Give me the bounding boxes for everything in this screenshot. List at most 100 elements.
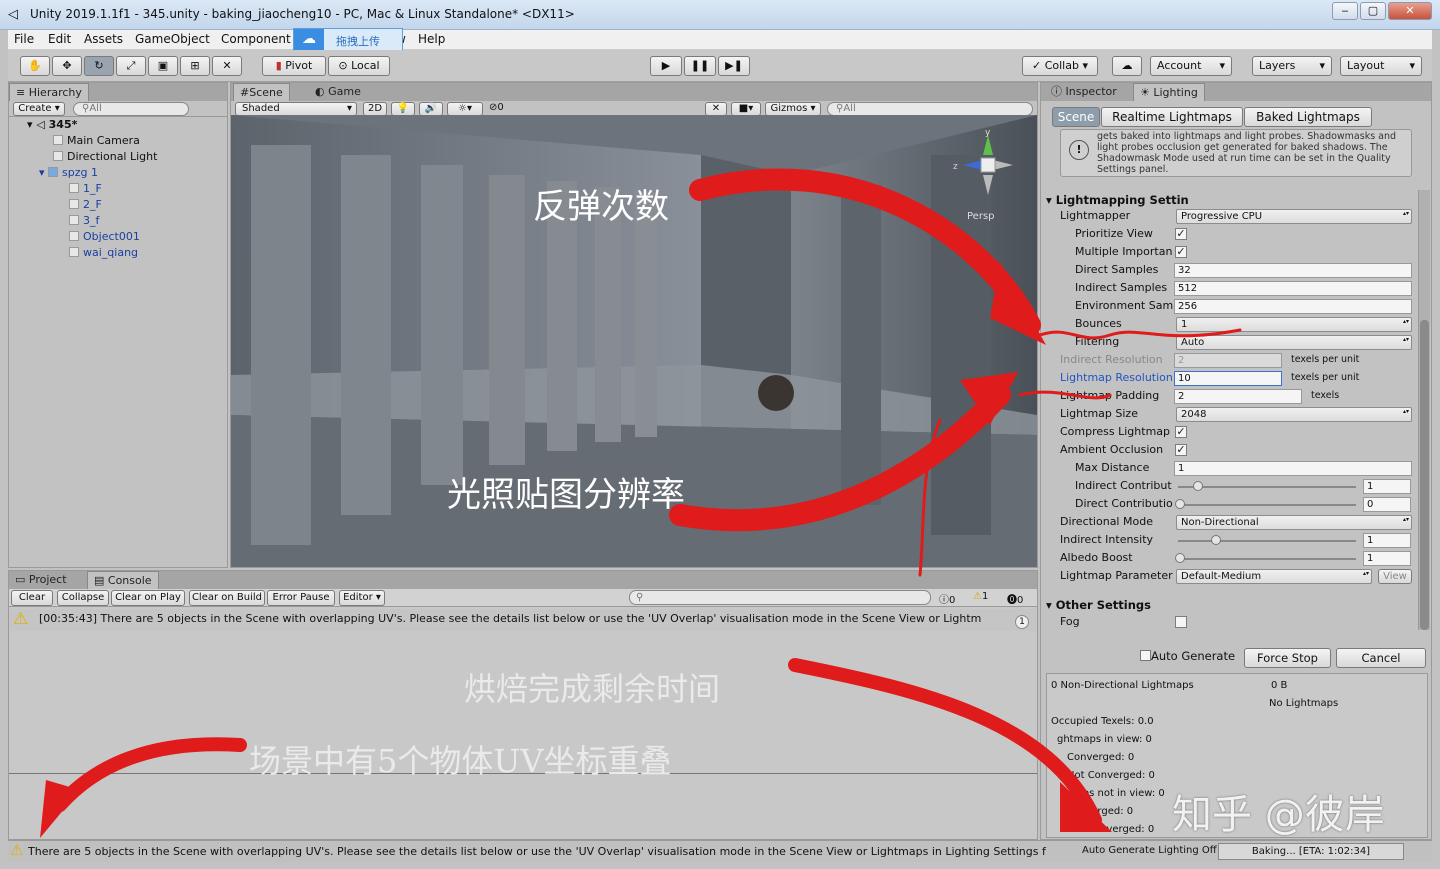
slider-value-field[interactable]: 1 xyxy=(1363,551,1411,566)
setting-field[interactable]: 512 xyxy=(1174,281,1412,296)
setting-dropdown[interactable]: Default-Medium xyxy=(1176,569,1372,584)
list-item[interactable]: ▾ spzg 1 xyxy=(39,165,98,181)
tab-project[interactable]: ▭ Project xyxy=(9,571,73,589)
tab-inspector[interactable]: ⓘ Inspector xyxy=(1045,83,1123,101)
setting-checkbox[interactable]: ✓ xyxy=(1175,228,1187,240)
layers-dropdown[interactable]: Layers ▾ xyxy=(1252,56,1332,76)
setting-checkbox[interactable]: ✓ xyxy=(1175,246,1187,258)
menu-help[interactable]: Help xyxy=(418,32,445,46)
subtab-scene[interactable]: Scene xyxy=(1052,107,1100,127)
tab-scene[interactable]: #Scene xyxy=(233,83,290,101)
transform-tool-icon[interactable]: ⊞ xyxy=(180,56,210,76)
collab-button[interactable]: ✓ Collab ▾ xyxy=(1022,56,1098,76)
menu-assets[interactable]: Assets xyxy=(84,32,123,46)
tab-lighting[interactable]: ☀ Lighting xyxy=(1133,83,1205,101)
scale-tool-icon[interactable]: ⤢ xyxy=(116,56,146,76)
pause-button[interactable]: ❚❚ xyxy=(684,56,716,76)
camera-dropdown[interactable]: ■▾ xyxy=(731,102,761,116)
inspector-scrollbar[interactable] xyxy=(1418,190,1430,630)
slider-track[interactable] xyxy=(1178,558,1356,560)
setting-checkbox[interactable]: ✓ xyxy=(1175,426,1187,438)
clear-button[interactable]: Clear xyxy=(11,590,53,606)
setting-field[interactable]: 32 xyxy=(1174,263,1412,278)
close-button[interactable]: ✕ xyxy=(1388,2,1432,20)
slider-track[interactable] xyxy=(1178,504,1356,506)
hand-tool-icon[interactable]: ✋ xyxy=(20,56,50,76)
scene-gizmo[interactable]: y z Persp xyxy=(953,127,1023,222)
tab-game[interactable]: ◐ Game xyxy=(309,83,367,101)
setting-field[interactable]: 2 xyxy=(1174,389,1302,404)
slider-track[interactable] xyxy=(1178,540,1356,542)
list-item[interactable]: 2_F xyxy=(69,197,102,213)
rotate-tool-icon[interactable]: ↻ xyxy=(84,56,114,76)
scene-root[interactable]: ▾ ◁ 345* xyxy=(27,117,77,133)
list-item[interactable]: wai_qiang xyxy=(69,245,138,261)
list-item[interactable]: Object001 xyxy=(69,229,140,245)
slider-knob[interactable] xyxy=(1210,535,1221,545)
account-dropdown[interactable]: Account ▾ xyxy=(1150,56,1232,76)
list-item[interactable]: 1_F xyxy=(69,181,102,197)
setting-checkbox[interactable]: ✓ xyxy=(1175,444,1187,456)
gizmos-dropdown[interactable]: Gizmos ▾ xyxy=(765,102,821,116)
setting-field[interactable]: 10 xyxy=(1174,371,1282,386)
clear-on-build-button[interactable]: Clear on Build xyxy=(189,590,265,606)
section-lightmapping[interactable]: ▾ Lightmapping Settin xyxy=(1046,193,1189,207)
fog-checkbox[interactable] xyxy=(1175,616,1187,628)
slider-knob[interactable] xyxy=(1175,499,1185,509)
section-other-settings[interactable]: ▾ Other Settings xyxy=(1046,598,1151,612)
list-item[interactable]: Directional Light xyxy=(53,149,157,165)
minimize-button[interactable]: ‒ xyxy=(1332,2,1358,20)
setting-dropdown[interactable]: Progressive CPU xyxy=(1176,209,1412,224)
slider-value-field[interactable]: 1 xyxy=(1363,479,1411,494)
local-button[interactable]: ⊙ Local xyxy=(328,56,390,76)
view-button[interactable]: View xyxy=(1378,569,1412,584)
slider-track[interactable] xyxy=(1178,486,1356,488)
setting-field[interactable]: 1 xyxy=(1174,461,1412,476)
menu-file[interactable]: File xyxy=(14,32,34,46)
auto-generate-toggle[interactable]: Auto Generate xyxy=(1140,649,1235,663)
console-row[interactable]: ⚠ [00:35:43] There are 5 objects in the … xyxy=(9,609,1037,631)
shading-dropdown[interactable]: Shaded ▾ xyxy=(235,102,357,116)
tab-hierarchy[interactable]: ≡ Hierarchy xyxy=(9,83,89,101)
setting-field[interactable]: 256 xyxy=(1174,299,1412,314)
status-message[interactable]: There are 5 objects in the Scene with ov… xyxy=(28,845,1083,858)
setting-field[interactable]: 2 xyxy=(1174,353,1282,368)
error-pause-button[interactable]: Error Pause xyxy=(267,590,335,606)
move-tool-icon[interactable]: ✥ xyxy=(52,56,82,76)
scene-viewport[interactable]: y z Persp 反弹次数 光照贴图分辨率 xyxy=(231,115,1037,567)
menu-edit[interactable]: Edit xyxy=(48,32,71,46)
setting-dropdown[interactable]: Auto xyxy=(1176,335,1412,350)
info-count[interactable]: ⓘ0 xyxy=(939,591,955,606)
slider-knob[interactable] xyxy=(1175,553,1185,563)
slider-value-field[interactable]: 1 xyxy=(1363,533,1411,548)
clear-on-play-button[interactable]: Clear on Play xyxy=(111,590,185,606)
step-button[interactable]: ▶❚ xyxy=(718,56,750,76)
lighting-toggle-icon[interactable]: 💡 xyxy=(391,102,415,116)
upload-badge[interactable]: ☁ 拖拽上传 xyxy=(293,28,403,51)
scrollbar-thumb[interactable] xyxy=(1420,320,1429,630)
setting-dropdown[interactable]: Non-Directional xyxy=(1176,515,1412,530)
effects-dropdown[interactable]: ☼▾ xyxy=(447,102,483,116)
setting-dropdown[interactable]: 2048 xyxy=(1176,407,1412,422)
force-stop-button[interactable]: Force Stop xyxy=(1244,648,1331,668)
create-dropdown[interactable]: Create ▾ xyxy=(13,102,65,116)
hierarchy-search-input[interactable]: ⚲All xyxy=(73,102,189,116)
subtab-baked-lightmaps[interactable]: Baked Lightmaps xyxy=(1244,107,1372,127)
audio-toggle-icon[interactable]: 🔊 xyxy=(419,102,443,116)
editor-dropdown[interactable]: Editor ▾ xyxy=(339,590,385,606)
menu-gameobject[interactable]: GameObject xyxy=(135,32,210,46)
pivot-button[interactable]: ▮ Pivot xyxy=(262,56,326,76)
slider-knob[interactable] xyxy=(1192,481,1203,491)
setting-dropdown[interactable]: 1 xyxy=(1176,317,1412,332)
hidden-objects-count[interactable]: ⊘0 xyxy=(489,102,504,113)
console-search-input[interactable]: ⚲ xyxy=(629,590,931,605)
collapse-button[interactable]: Collapse xyxy=(57,590,109,606)
rect-tool-icon[interactable]: ▣ xyxy=(148,56,178,76)
custom-tool-icon[interactable]: ✕ xyxy=(212,56,242,76)
scene-search-input[interactable]: ⚲All xyxy=(827,102,1033,116)
cloud-button[interactable]: ☁ xyxy=(1112,56,1142,76)
subtab-realtime-lightmaps[interactable]: Realtime Lightmaps xyxy=(1101,107,1243,127)
cancel-button[interactable]: Cancel xyxy=(1336,648,1426,668)
list-item[interactable]: Main Camera xyxy=(53,133,140,149)
error-count[interactable]: ⓿0 xyxy=(1007,591,1023,606)
